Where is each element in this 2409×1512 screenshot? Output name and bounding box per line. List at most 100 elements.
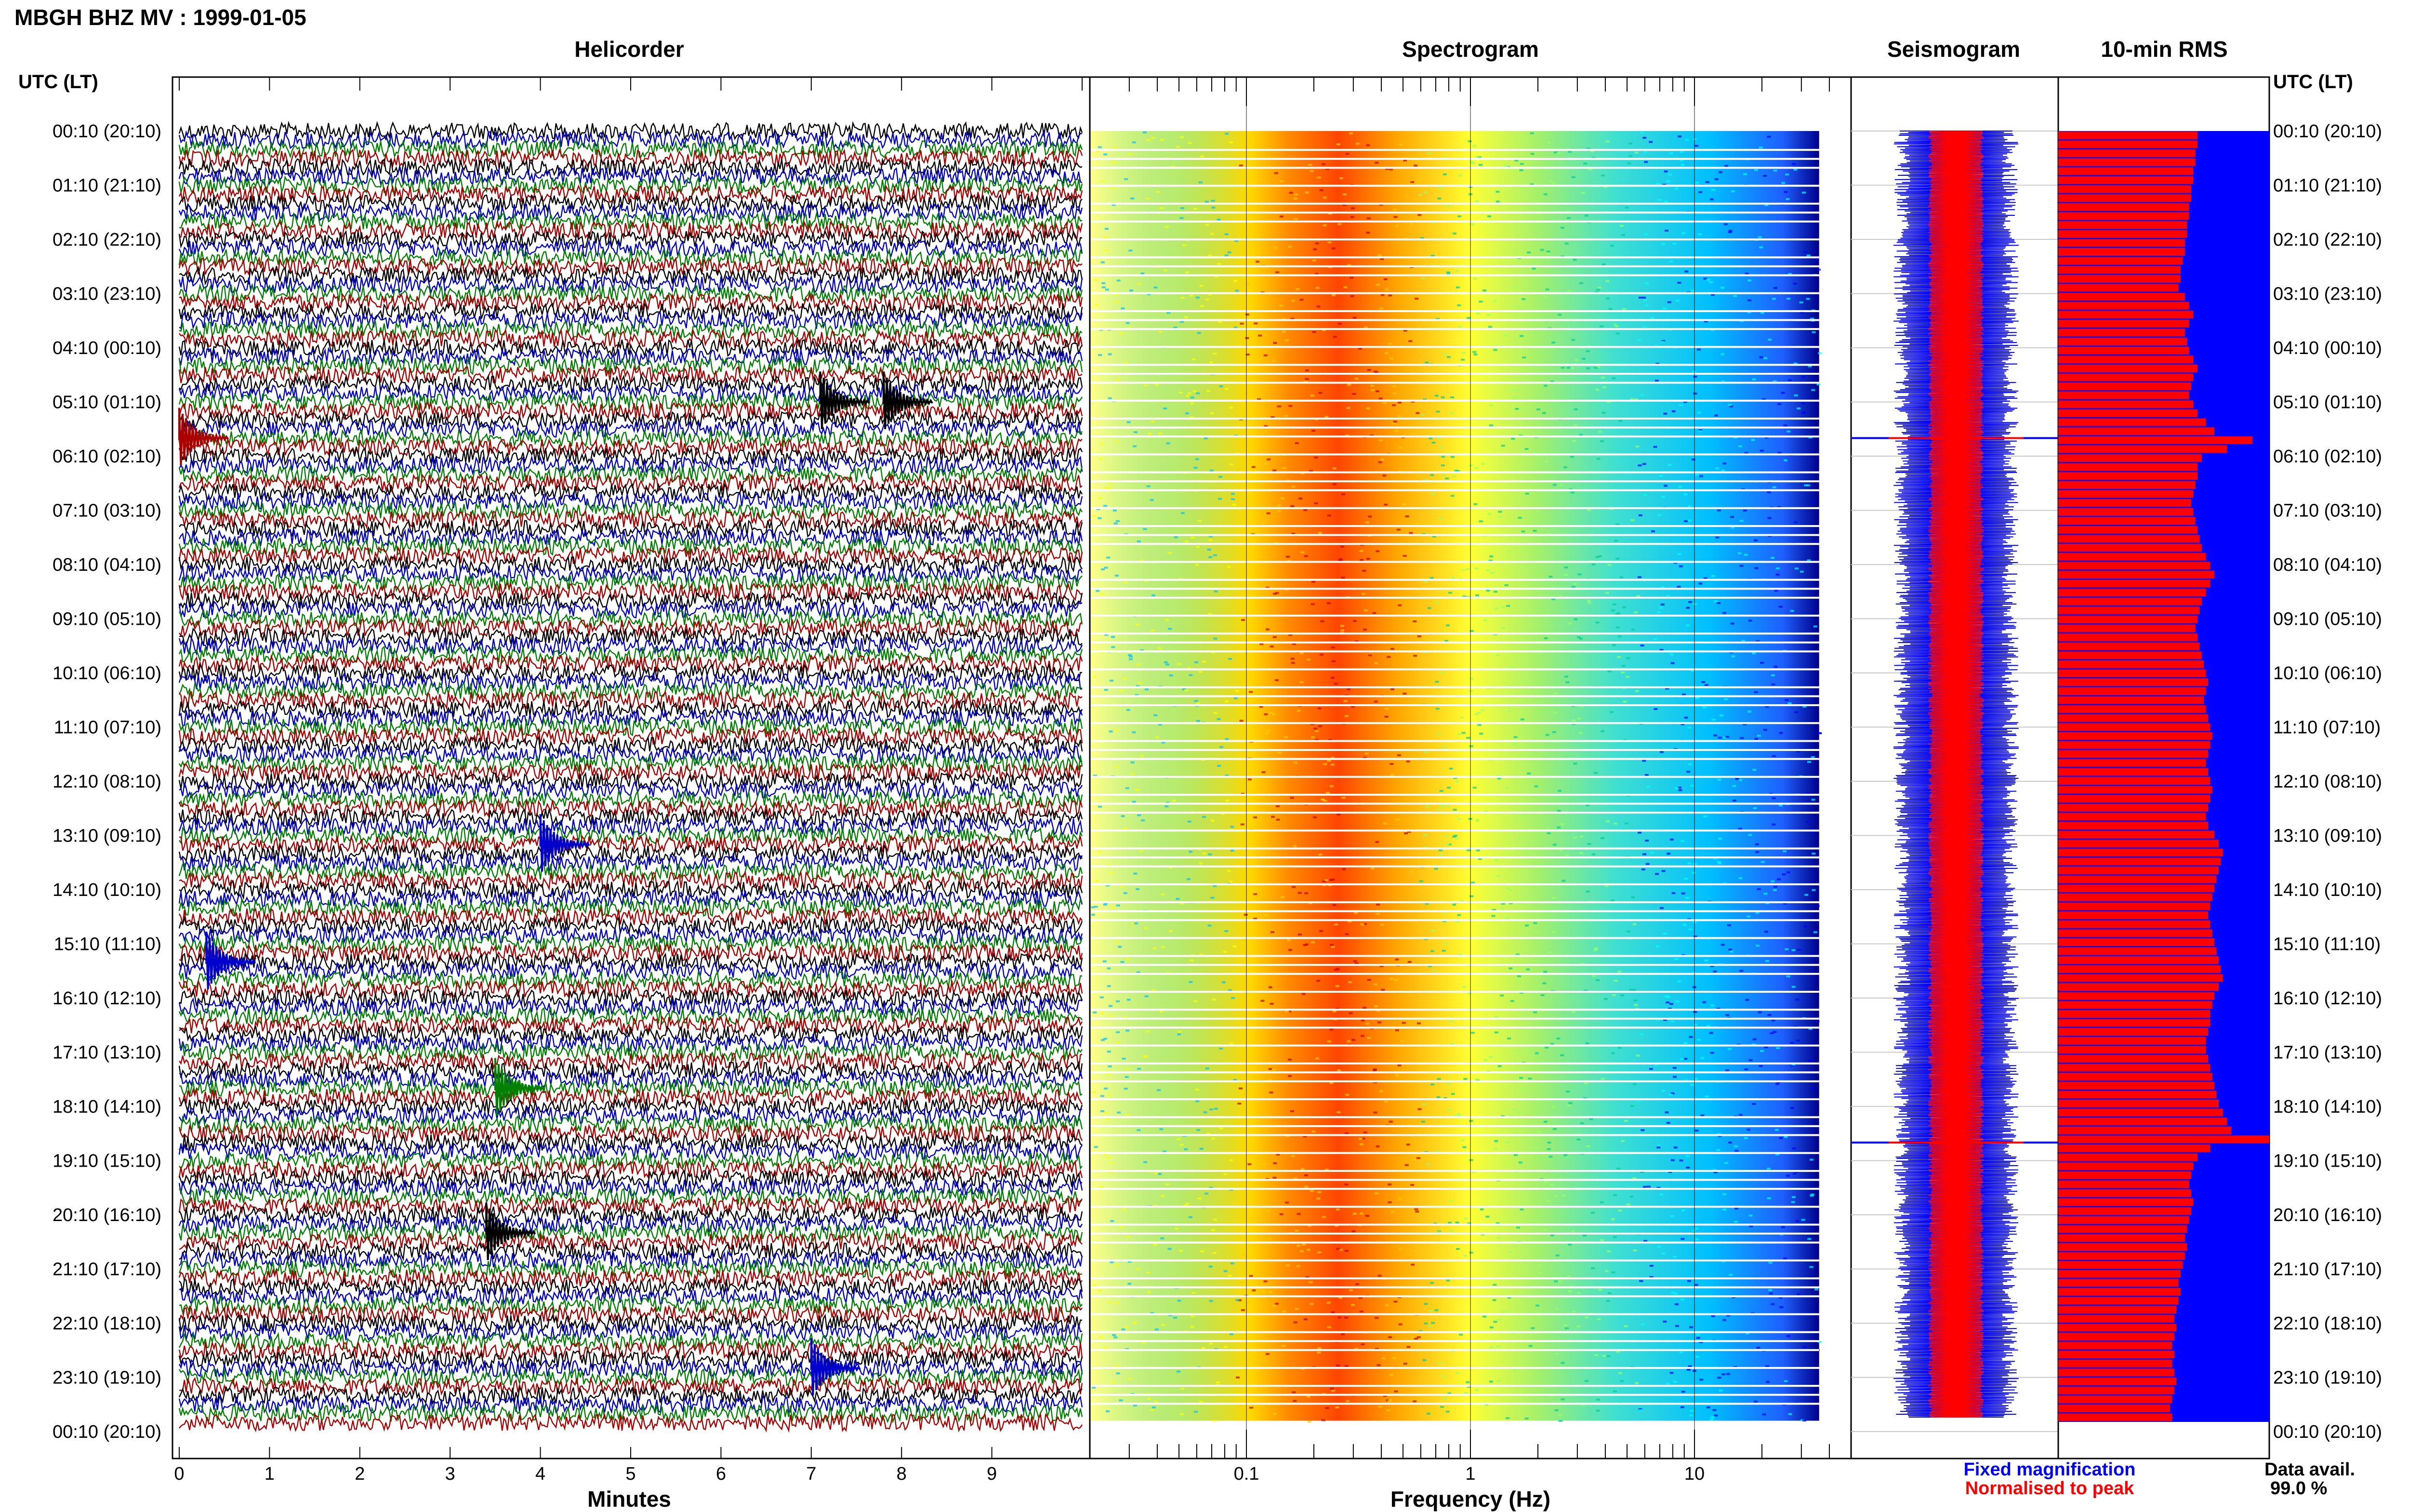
spectrogram-speckle bbox=[1367, 979, 1371, 981]
spectrogram-speckle bbox=[1785, 699, 1789, 701]
spectrogram-speckle bbox=[1587, 843, 1591, 845]
spectrogram-speckle bbox=[1797, 1293, 1801, 1295]
spectrogram-speckle bbox=[1613, 323, 1617, 326]
time-label-right: 09:10 (05:10) bbox=[2273, 609, 2382, 630]
spectrogram-speckle bbox=[1768, 1262, 1773, 1264]
spectrogram-speckle bbox=[1565, 854, 1569, 856]
spectrogram-speckle bbox=[1809, 1266, 1813, 1268]
spectrogram-speckle bbox=[1680, 1058, 1684, 1060]
spectrogram-speckle bbox=[1660, 751, 1664, 753]
spectrogram-speckle bbox=[1642, 1185, 1647, 1188]
spectrogram-speckle bbox=[1469, 745, 1473, 748]
rms-bar bbox=[2058, 436, 2252, 444]
rms-bar bbox=[2058, 544, 2202, 552]
spectrogram-speckle bbox=[1336, 1248, 1340, 1250]
spectrogram-speckle bbox=[1649, 141, 1653, 143]
spectrogram-speckle bbox=[1725, 736, 1729, 738]
spectrogram-speckle bbox=[1795, 1220, 1800, 1223]
spectrogram-speckle bbox=[1718, 736, 1722, 739]
spectrogram-speckle bbox=[1640, 131, 1644, 133]
spectrogram-speckle bbox=[1378, 439, 1383, 441]
spectrogram-speckle bbox=[1159, 1011, 1164, 1013]
spectrogram-speckle bbox=[1270, 1002, 1274, 1005]
spectrogram-gap bbox=[1091, 1367, 1819, 1369]
time-label-left: 23:10 (19:10) bbox=[53, 1368, 161, 1388]
spectrogram-speckle bbox=[1788, 1413, 1792, 1415]
spectrogram-speckle bbox=[1505, 1141, 1509, 1144]
spectrogram-speckle bbox=[1246, 1302, 1251, 1303]
spectrogram-speckle bbox=[1417, 214, 1422, 216]
spectrogram-speckle bbox=[1816, 383, 1821, 386]
spectrogram-speckle bbox=[1218, 476, 1223, 478]
spectrogram-speckle bbox=[1597, 1318, 1601, 1320]
spectrogram-speckle bbox=[1577, 717, 1581, 720]
spectrogram-speckle bbox=[1398, 604, 1402, 606]
spectrogram-speckle bbox=[1525, 924, 1529, 927]
spectrogram-speckle bbox=[1711, 188, 1716, 191]
spectrogram-speckle bbox=[1493, 1321, 1497, 1323]
spectrogram-speckle bbox=[1103, 1038, 1107, 1040]
spectrogram-speckle bbox=[1352, 316, 1357, 319]
spectrogram-speckle bbox=[1699, 1379, 1704, 1381]
spectrogram-speckle bbox=[1254, 322, 1258, 325]
spectrogram-speckle bbox=[1661, 870, 1666, 872]
spectrogram-speckle bbox=[1429, 437, 1433, 440]
spectrogram-speckle bbox=[1146, 197, 1150, 200]
spectrogram-speckle bbox=[1303, 509, 1308, 512]
rms-bar bbox=[2058, 149, 2196, 158]
spectrogram-speckle bbox=[1806, 298, 1810, 300]
spectrogram-speckle bbox=[1109, 872, 1113, 874]
spectrogram-speckle bbox=[1116, 279, 1121, 282]
spectrogram-speckle bbox=[1113, 146, 1117, 148]
spectrogram-speckle bbox=[1123, 828, 1127, 830]
spectrogram-speckle bbox=[1462, 986, 1466, 988]
rms-bar bbox=[2058, 597, 2202, 605]
spectrogram-speckle bbox=[1682, 923, 1687, 926]
spectrogram-speckle bbox=[1801, 402, 1805, 405]
spectrogram-speckle bbox=[1138, 682, 1142, 684]
spectrogram-speckle bbox=[1507, 551, 1511, 553]
rms-bar bbox=[2058, 579, 2210, 588]
spectrogram-speckle bbox=[1738, 779, 1743, 781]
spectrogram-speckle bbox=[1225, 800, 1230, 802]
spectrogram-speckle bbox=[1208, 853, 1212, 855]
spectrogram-speckle bbox=[1266, 1210, 1270, 1212]
spectrogram-speckle bbox=[1109, 730, 1113, 733]
spectrogram-speckle bbox=[1535, 1052, 1539, 1054]
spectrogram-speckle bbox=[1807, 1238, 1812, 1240]
spectrogram-speckle bbox=[1571, 176, 1575, 178]
spectrogram-speckle bbox=[1642, 463, 1646, 465]
spectrogram-gap bbox=[1091, 328, 1819, 330]
spectrogram-speckle bbox=[1744, 1137, 1748, 1139]
spectrogram-speckle bbox=[1794, 711, 1799, 713]
spectrogram-speckle bbox=[1285, 1264, 1290, 1267]
spectrogram-speckle bbox=[1694, 1130, 1699, 1132]
spectrogram-speckle bbox=[1332, 467, 1337, 470]
spectrogram-speckle bbox=[1715, 467, 1720, 470]
spectrogram-speckle bbox=[1121, 1208, 1125, 1210]
spectrogram-speckle bbox=[1681, 840, 1685, 842]
spectrogram-speckle bbox=[1722, 1319, 1726, 1321]
spectrogram-speckle bbox=[1430, 1083, 1435, 1086]
spectrogram-speckle bbox=[1552, 1128, 1557, 1130]
spectrogram-speckle bbox=[1562, 880, 1566, 882]
spectrogram-speckle bbox=[1272, 636, 1277, 638]
spectrogram-speckle bbox=[1579, 282, 1584, 284]
time-label-left: 05:10 (01:10) bbox=[53, 393, 161, 413]
spectrogram-speckle bbox=[1775, 567, 1780, 569]
spectrogram-speckle bbox=[1418, 194, 1423, 196]
spectrogram-speckle bbox=[1714, 600, 1718, 603]
spectrogram-speckle bbox=[1345, 1093, 1349, 1096]
spectrogram-speckle bbox=[1141, 819, 1145, 822]
spectrogram-speckle bbox=[1693, 392, 1697, 394]
spectrogram-speckle bbox=[1190, 402, 1194, 405]
spectrogram-speckle bbox=[1426, 1412, 1430, 1415]
rms-bar bbox=[2058, 1010, 2210, 1018]
spectrogram-speckle bbox=[1544, 296, 1548, 299]
spectrogram-speckle bbox=[1195, 296, 1200, 299]
spectrogram-speckle bbox=[1239, 1087, 1243, 1090]
rms-bar bbox=[2058, 696, 2204, 704]
spectrogram-speckle bbox=[1376, 284, 1380, 286]
spectrogram-speckle bbox=[1612, 994, 1616, 996]
spectrogram-speckle bbox=[1481, 709, 1485, 711]
